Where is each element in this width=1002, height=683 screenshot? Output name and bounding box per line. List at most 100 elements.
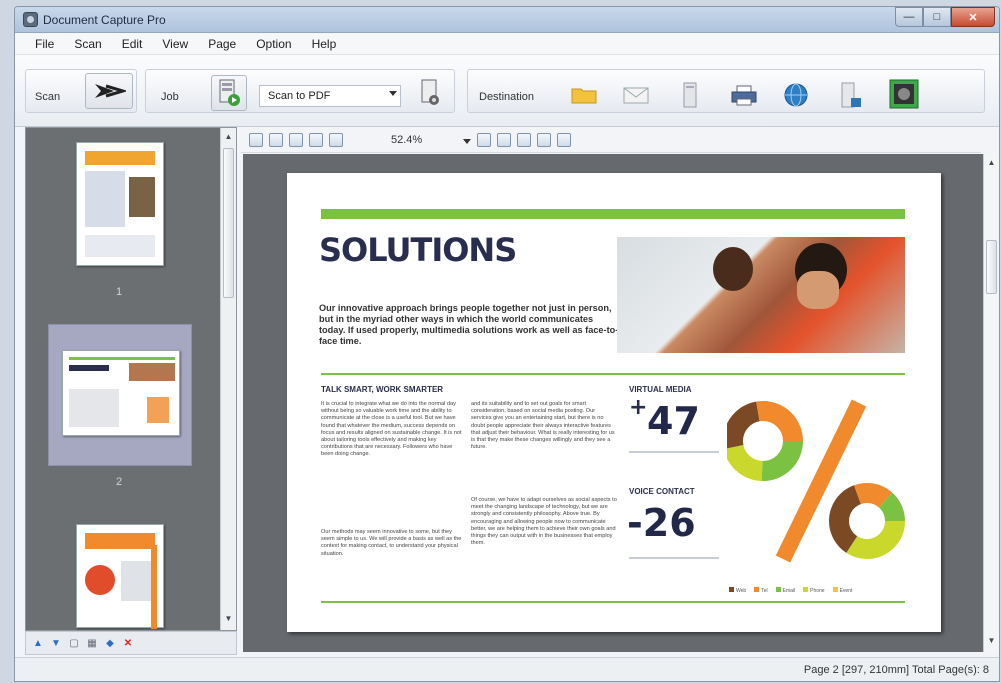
- document-page: SOLUTIONS Our innovative approach brings…: [287, 173, 941, 632]
- stat1-prefix: +: [629, 395, 648, 420]
- menu-scan[interactable]: Scan: [74, 37, 101, 51]
- folder-icon: [571, 88, 597, 104]
- thumbnail-number: 1: [116, 286, 123, 298]
- divider-rule: [321, 373, 905, 375]
- person-hair: [713, 247, 753, 291]
- document-viewer: SOLUTIONS Our innovative approach brings…: [243, 154, 983, 652]
- fit-page-icon[interactable]: [289, 133, 303, 147]
- destination-server-button[interactable]: [673, 77, 707, 113]
- thumb-text: [69, 389, 119, 427]
- server-icon: [683, 82, 697, 108]
- menu-file[interactable]: File: [35, 37, 54, 51]
- chart-legend: Web Tel Email Phone Event: [729, 587, 852, 594]
- text-column-2: and its suitability and to set out goals…: [471, 401, 615, 451]
- actual-size-icon[interactable]: [329, 133, 343, 147]
- people-photo: [617, 237, 905, 353]
- menu-option[interactable]: Option: [256, 37, 291, 51]
- menu-help[interactable]: Help: [312, 37, 337, 51]
- rotate-left-icon[interactable]: [477, 133, 491, 147]
- thumb-photo: [129, 177, 155, 217]
- custom-destination-icon: [889, 79, 919, 109]
- thumbnail-pane: 1 2 ▲ ▼: [25, 127, 237, 631]
- skew-icon[interactable]: [537, 133, 551, 147]
- destination-folder-button[interactable]: [567, 77, 601, 113]
- email-icon: [623, 87, 649, 104]
- maximize-button[interactable]: □: [923, 7, 951, 27]
- thumbnail-page-1[interactable]: [76, 142, 164, 266]
- scanner-icon: [95, 84, 126, 98]
- title-bar[interactable]: Document Capture Pro — □ ✕: [15, 7, 999, 33]
- window-title: Document Capture Pro: [43, 13, 166, 27]
- doc-intro: Our innovative approach brings people to…: [319, 303, 619, 346]
- destination-print-button[interactable]: [727, 77, 761, 113]
- destination-custom-button[interactable]: [885, 75, 923, 113]
- insert-page-icon[interactable]: ▢: [68, 637, 80, 649]
- deskew-icon[interactable]: [557, 133, 571, 147]
- status-bar: Page 2 [297, 210mm] Total Page(s): 8: [15, 657, 999, 681]
- job-run-icon: [219, 79, 240, 106]
- menu-edit[interactable]: Edit: [122, 37, 143, 51]
- stat2-label: VOICE CONTACT: [629, 487, 695, 496]
- percent-graphic: [727, 399, 905, 563]
- top-rule: [321, 209, 905, 219]
- chevron-down-icon[interactable]: [389, 91, 397, 96]
- text-column-1: It is crucial to integrate what we do in…: [321, 401, 462, 458]
- section-title: TALK SMART, WORK SMARTER: [321, 385, 444, 394]
- flip-icon[interactable]: [517, 133, 531, 147]
- move-up-icon[interactable]: ▲: [32, 637, 44, 649]
- thumb-chart: [85, 565, 115, 595]
- thumbnail-page-2[interactable]: [62, 350, 180, 436]
- menu-bar: File Scan Edit View Page Option Help: [15, 33, 999, 55]
- rotate-icon[interactable]: ◆: [104, 637, 116, 649]
- zoom-in-icon[interactable]: [249, 133, 263, 147]
- job-settings-button[interactable]: [413, 75, 447, 111]
- scroll-up-icon[interactable]: ▲: [221, 130, 236, 144]
- zoom-level[interactable]: 52.4%: [391, 134, 422, 146]
- job-select[interactable]: Scan to PDF: [259, 85, 401, 107]
- close-button[interactable]: ✕: [951, 7, 995, 27]
- thumb-graphic: [147, 397, 169, 423]
- legend-item: Tel: [754, 587, 768, 594]
- destination-app-button[interactable]: [833, 77, 867, 113]
- status-page-info: Page 2 [297, 210mm] Total Page(s): 8: [803, 664, 989, 676]
- thumbnail-page-3[interactable]: [76, 524, 164, 629]
- scan-button[interactable]: [85, 73, 133, 109]
- zoom-out-icon[interactable]: [269, 133, 283, 147]
- move-down-icon[interactable]: ▼: [50, 637, 62, 649]
- scroll-up-icon[interactable]: ▲: [984, 156, 999, 170]
- scan-label: Scan: [35, 91, 61, 103]
- arrange-pages-icon[interactable]: ▦: [86, 637, 98, 649]
- viewer-scrollbar[interactable]: ▲ ▼: [983, 154, 999, 652]
- stat2-rule: [629, 557, 719, 559]
- delete-page-icon[interactable]: ✕: [122, 637, 134, 649]
- destination-label: Destination: [479, 91, 535, 103]
- view-toolbar: 52.4%: [241, 129, 981, 153]
- doc-heading: SOLUTIONS: [319, 231, 517, 269]
- app-window: Document Capture Pro — □ ✕ File Scan Edi…: [14, 6, 1000, 682]
- menu-view[interactable]: View: [162, 37, 188, 51]
- thumb-block: [85, 171, 125, 227]
- run-job-button[interactable]: [211, 75, 247, 111]
- thumbnail-scrollbar[interactable]: ▲ ▼: [220, 128, 236, 630]
- scroll-down-icon[interactable]: ▼: [221, 612, 236, 626]
- thumb-photo: [129, 363, 175, 381]
- person-face: [797, 271, 839, 309]
- minimize-button[interactable]: —: [895, 7, 923, 27]
- stat1-rule: [629, 451, 719, 453]
- destination-web-button[interactable]: [779, 77, 813, 113]
- toolbar: Scan Job Scan to PDF Destination: [15, 55, 999, 127]
- rotate-right-icon[interactable]: [497, 133, 511, 147]
- scroll-down-icon[interactable]: ▼: [984, 634, 999, 648]
- fit-width-icon[interactable]: [309, 133, 323, 147]
- menu-page[interactable]: Page: [208, 37, 236, 51]
- scroll-thumb[interactable]: [986, 240, 997, 294]
- page-nav-bar: ▲ ▼ ▢ ▦ ◆ ✕: [25, 631, 237, 655]
- scroll-thumb[interactable]: [223, 148, 234, 298]
- thumb-rule: [151, 545, 157, 629]
- job-label: Job: [161, 91, 179, 103]
- zoom-dropdown-icon[interactable]: [463, 139, 471, 144]
- thumb-rule: [69, 357, 175, 360]
- thumb-block: [85, 151, 155, 165]
- legend-item: Email: [775, 587, 795, 594]
- destination-email-button[interactable]: [619, 77, 653, 113]
